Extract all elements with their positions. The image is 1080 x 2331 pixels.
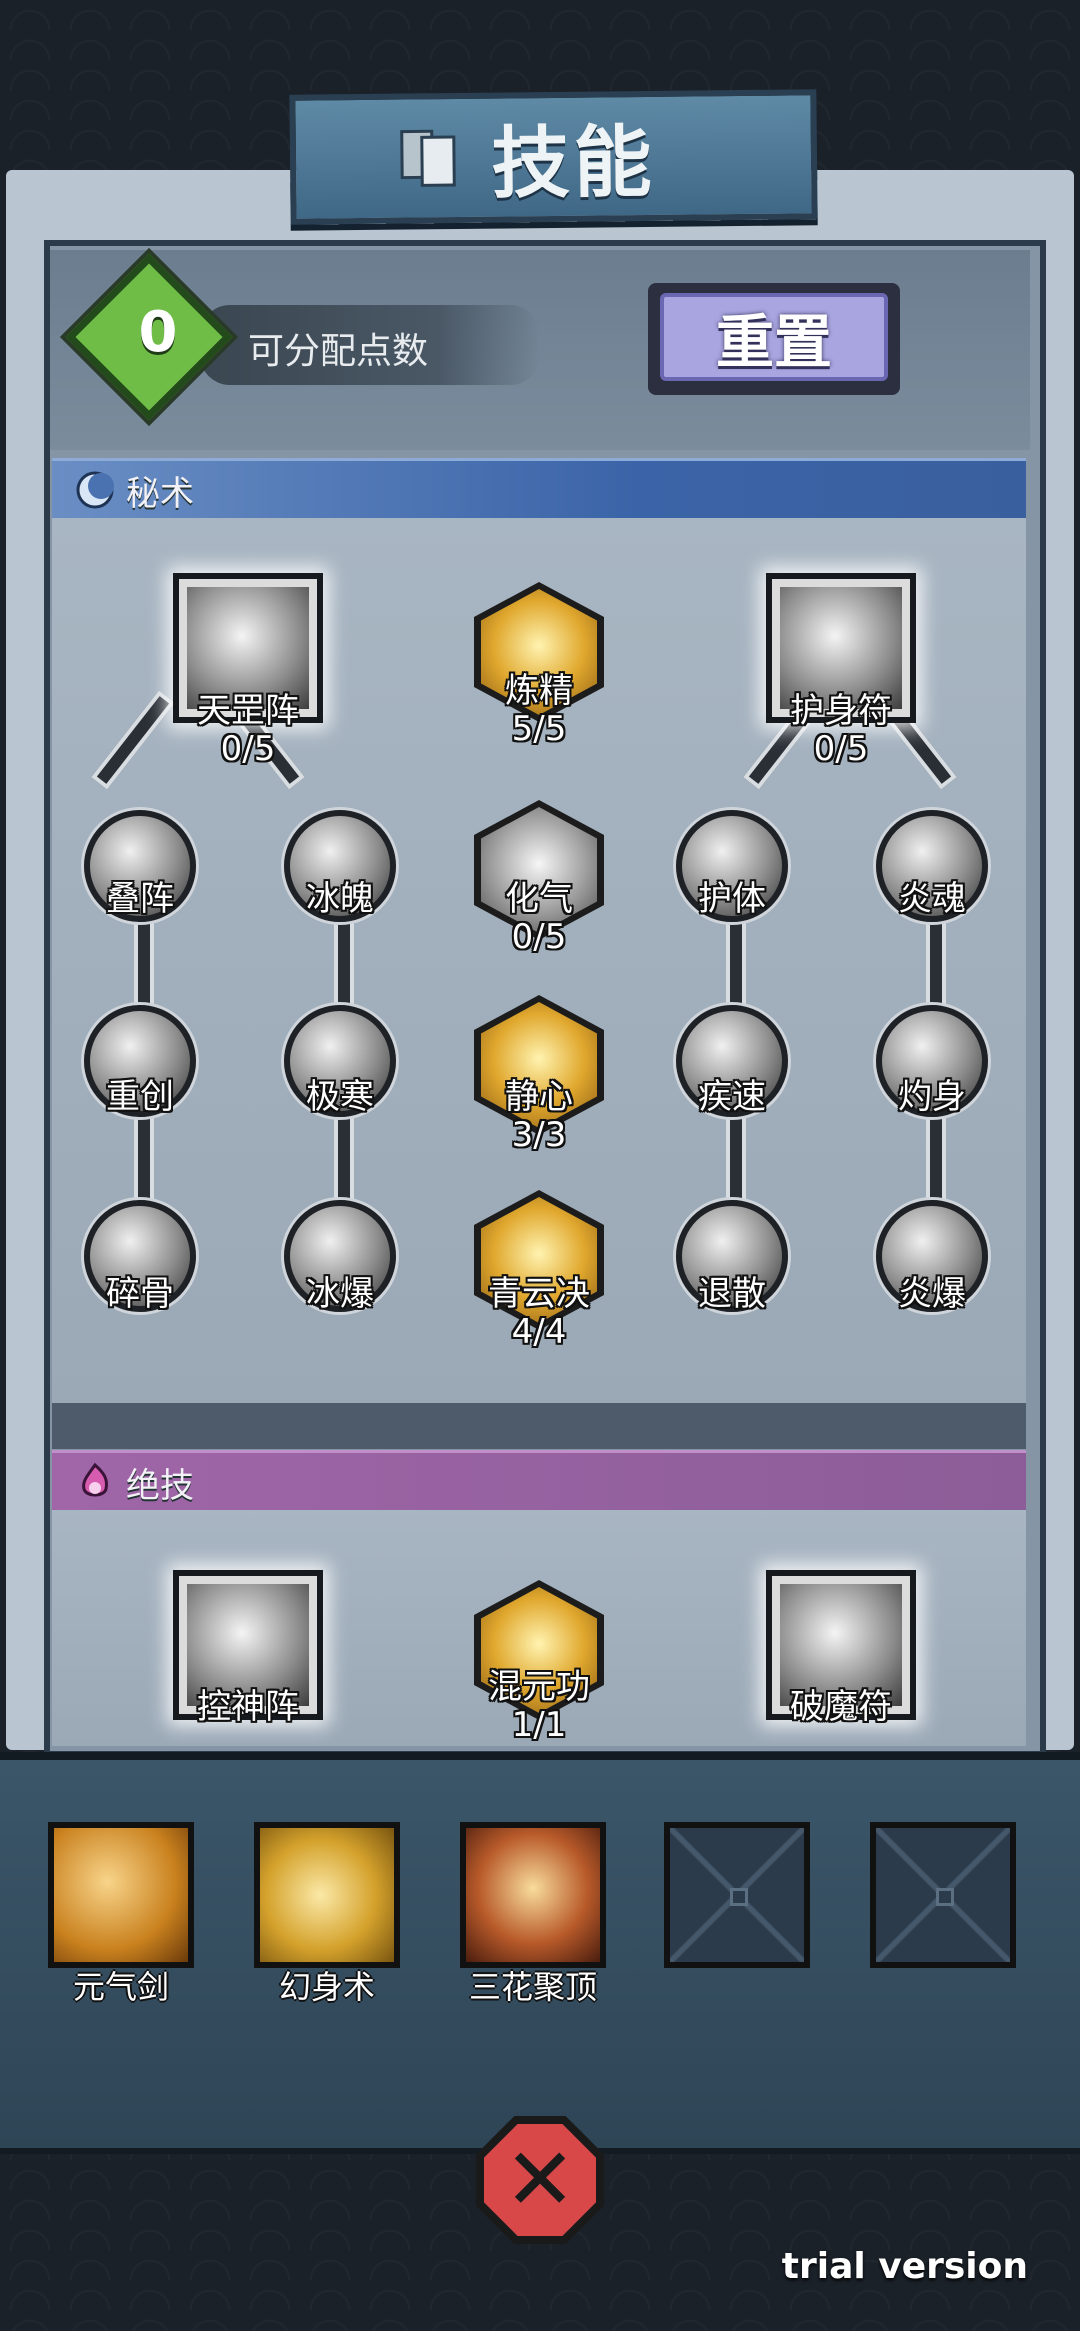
equipped-slot-5-empty[interactable] — [870, 1822, 1016, 1968]
lotus-icon — [466, 1828, 600, 1962]
section-title-arcana: 秘术 — [126, 473, 194, 514]
available-points-label: 可分配点数 — [248, 331, 429, 372]
skill-label: 极寒 — [306, 1077, 374, 1117]
section-header-ultimate: 绝技 — [52, 1450, 1026, 1511]
equipped-slot-1[interactable] — [48, 1822, 194, 1968]
skill-label: 炎爆 — [898, 1274, 966, 1314]
skill-label: 化气 — [505, 879, 573, 919]
skill-progress: 1/1 — [511, 1705, 567, 1745]
equipped-slot-3[interactable] — [460, 1822, 606, 1968]
skill-label: 冰魄 — [306, 879, 374, 919]
equipped-slot-4-empty[interactable] — [664, 1822, 810, 1968]
skill-label: 护身符 — [790, 691, 892, 731]
reset-button-label: 重置 — [715, 308, 832, 376]
available-points-value: 0 — [138, 300, 178, 365]
skill-label: 碎骨 — [106, 1274, 174, 1314]
skill-label: 炎魂 — [898, 879, 966, 919]
reset-button[interactable]: 重置 — [648, 283, 900, 395]
skill-label: 混元功 — [488, 1667, 590, 1707]
equipped-slot-label: 幻身术 — [278, 1968, 375, 2006]
skill-label: 退散 — [698, 1274, 766, 1314]
skill-label: 炼精 — [505, 671, 573, 711]
section-divider — [52, 1403, 1026, 1449]
skill-label: 破魔符 — [790, 1687, 892, 1727]
section-header-arcana: 秘术 — [52, 458, 1026, 519]
skill-progress: 5/5 — [511, 709, 567, 749]
skill-label: 控神阵 — [197, 1687, 299, 1727]
trial-version-label: trial version — [781, 2246, 1028, 2287]
skill-progress: 4/4 — [511, 1312, 567, 1352]
skill-label: 静心 — [505, 1077, 573, 1117]
flame-orb-icon — [82, 1462, 108, 1497]
cloud-illusion-icon — [260, 1828, 394, 1962]
skill-label: 青云决 — [488, 1274, 590, 1314]
skill-label: 叠阵 — [106, 879, 174, 919]
book-icon — [400, 129, 456, 187]
skill-label: 冰爆 — [306, 1274, 374, 1314]
skill-label: 灼身 — [898, 1077, 966, 1117]
skill-progress: 0/5 — [220, 729, 276, 769]
equipped-slot-label: 三花聚顶 — [468, 1968, 597, 2006]
skill-label: 疾速 — [698, 1077, 766, 1117]
close-icon: ✕ — [503, 2130, 577, 2230]
equipped-slot-2[interactable] — [254, 1822, 400, 1968]
skill-progress: 0/5 — [813, 729, 869, 769]
empty-slot-icon — [876, 1828, 1010, 1962]
skill-progress: 0/5 — [511, 917, 567, 957]
title-banner: 技能 — [289, 89, 818, 225]
skill-label: 重创 — [106, 1077, 174, 1117]
skill-progress: 3/3 — [511, 1115, 567, 1155]
equipped-slot-label: 元气剑 — [72, 1968, 169, 2006]
section-title-ultimate: 绝技 — [126, 1465, 194, 1506]
empty-slot-icon — [670, 1828, 804, 1962]
page-title: 技能 — [491, 117, 657, 210]
skill-label: 天罡阵 — [197, 691, 299, 731]
skill-label: 护体 — [698, 879, 766, 919]
crescent-moon-icon — [76, 471, 114, 509]
sword-qi-icon — [54, 1828, 188, 1962]
